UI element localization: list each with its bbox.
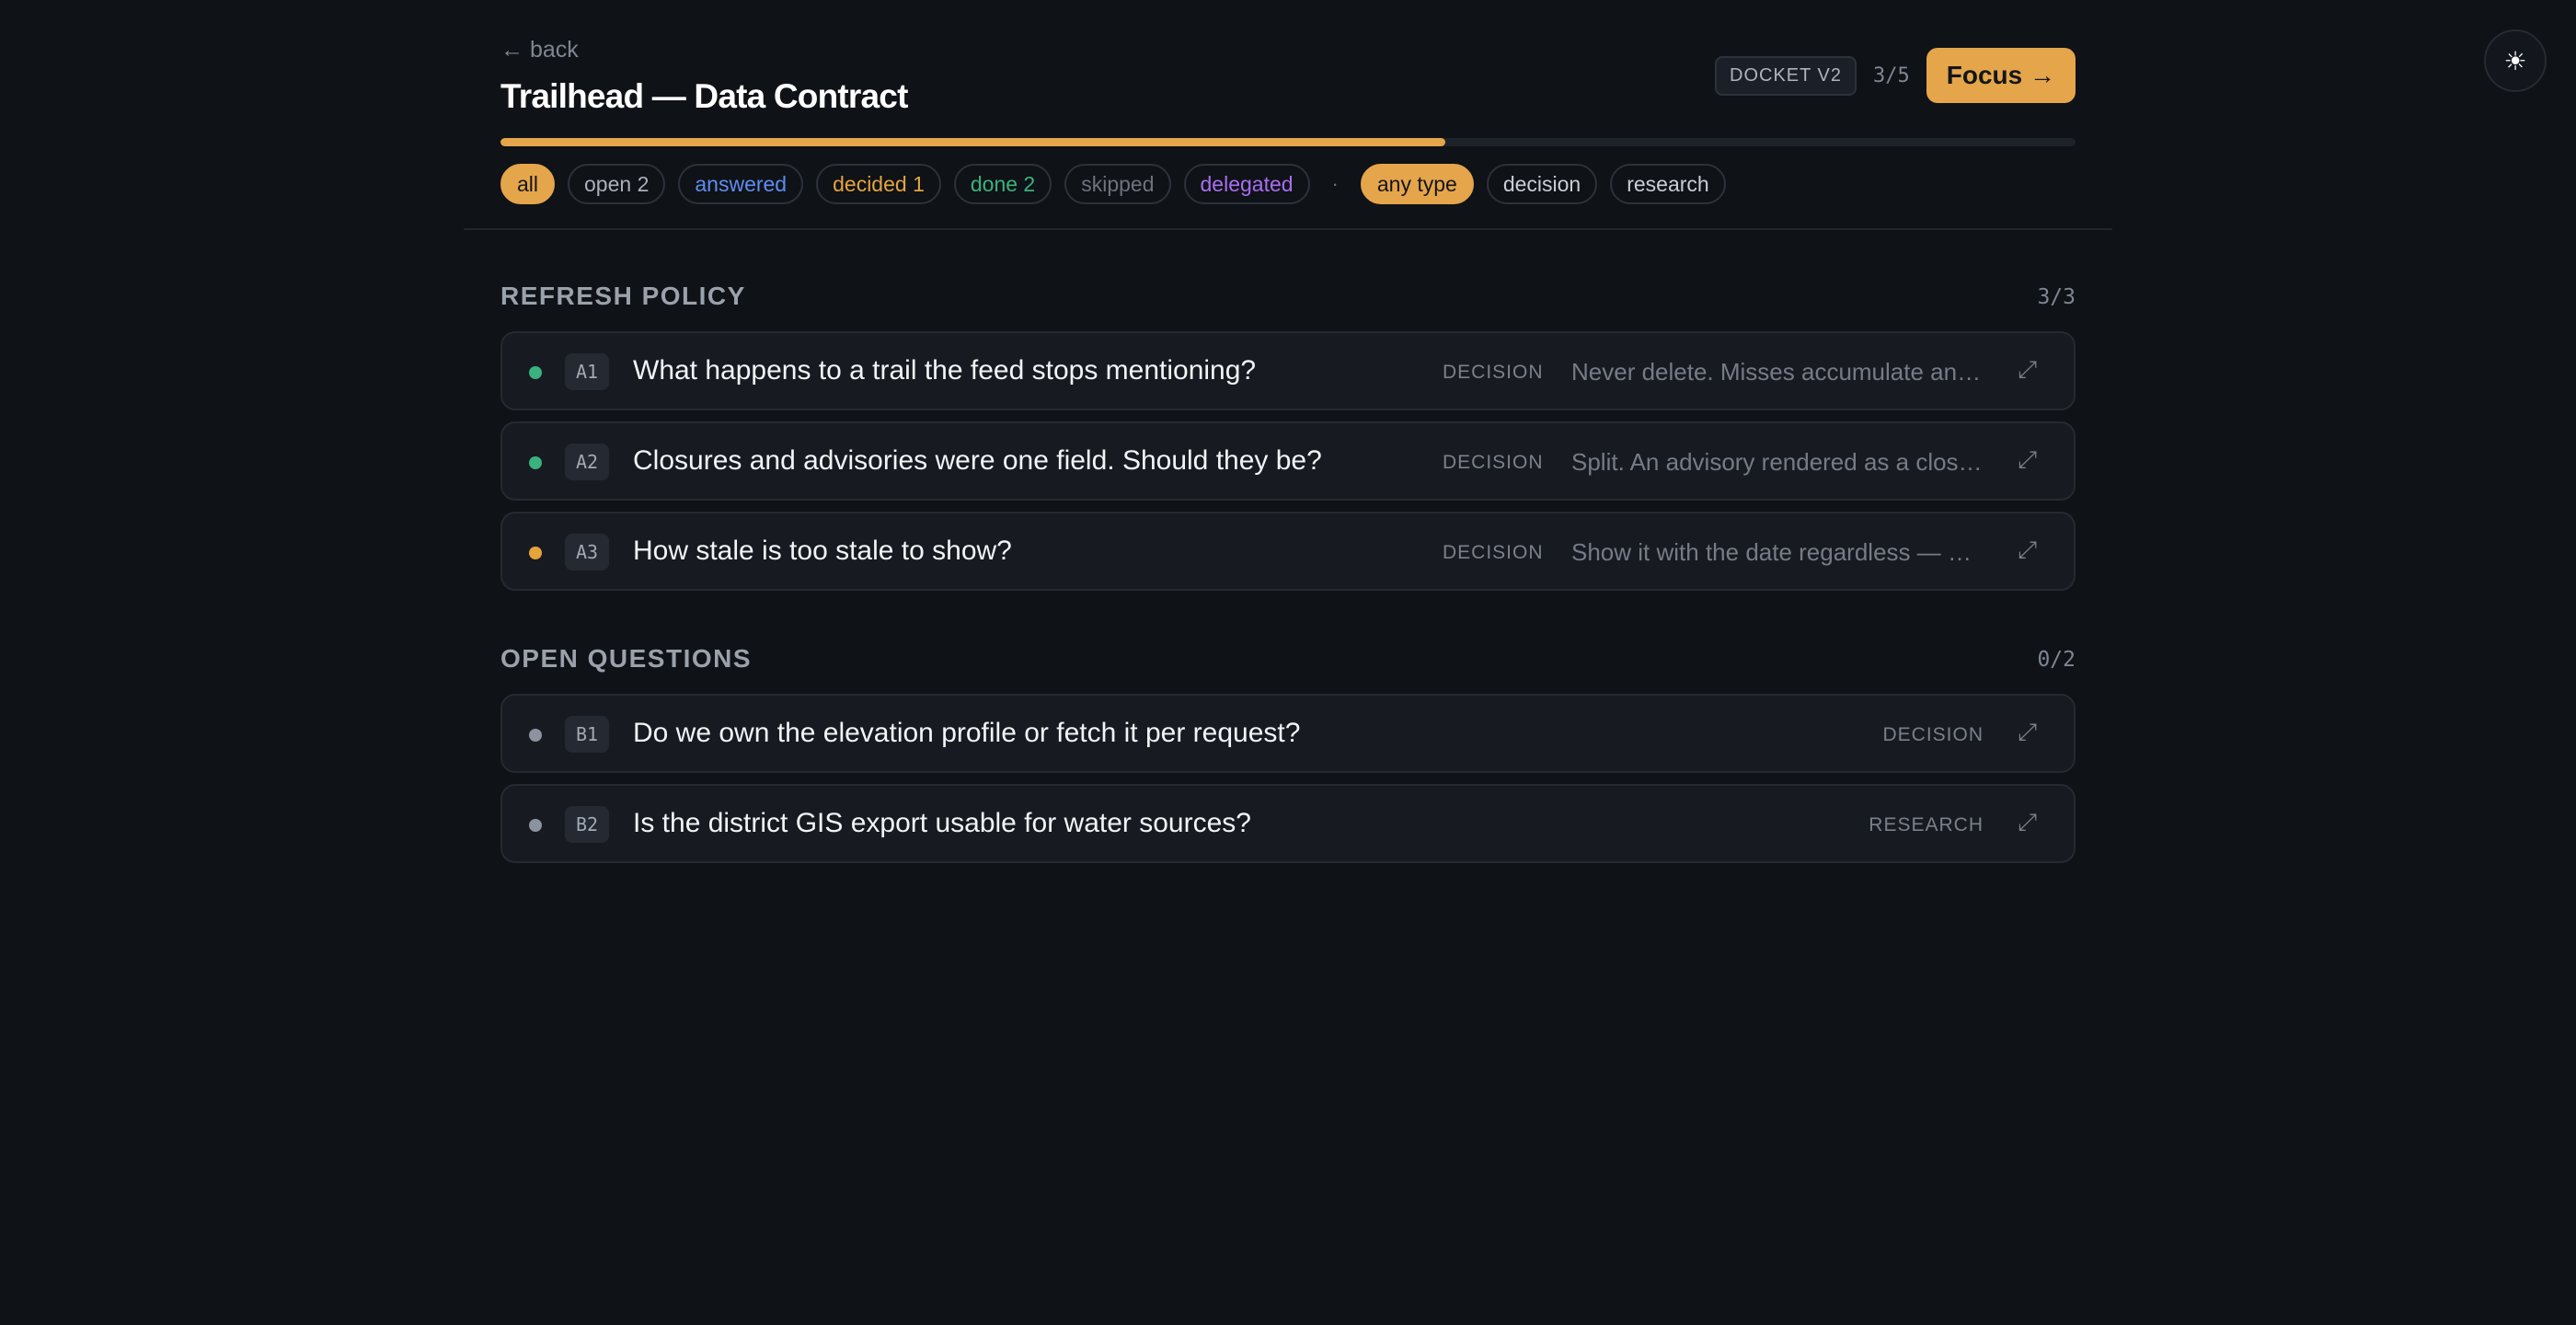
progress-bar <box>500 138 2076 146</box>
section-title: OPEN QUESTIONS <box>500 644 753 673</box>
question-row[interactable]: B2 Is the district GIS export usable for … <box>500 784 2076 863</box>
filter-bar: all open 2 answered decided 1 done 2 skipped d… <box>500 164 1726 204</box>
filter-chip-all[interactable]: all <box>500 164 556 204</box>
filter-chip-answered[interactable]: answered <box>678 164 804 204</box>
filter-separator: · <box>1331 172 1339 195</box>
filter-chip-research[interactable]: research <box>1610 164 1726 204</box>
expand-icon[interactable]: ⤢ <box>2018 718 2037 747</box>
filter-chip-decision[interactable]: decision <box>1486 164 1598 204</box>
header: ← back Trailhead — Data Contract DOCKET … <box>500 37 2076 115</box>
question-text: Closures and advisories were one field. … <box>633 445 1322 476</box>
section-header: REFRESH POLICY 3/3 <box>500 276 2076 320</box>
filter-chip-done[interactable]: done 2 <box>953 164 1052 204</box>
filter-chip-any-type[interactable]: any type <box>1360 164 1474 204</box>
focus-button[interactable]: Focus → <box>1926 48 2076 103</box>
question-id: A1 <box>565 353 609 390</box>
progress-count: 3/5 <box>1873 63 1910 87</box>
section-open-questions: OPEN QUESTIONS 0/2 B1 Do we own the elevati… <box>500 639 2076 863</box>
section-count: 0/2 <box>2037 648 2076 672</box>
status-dot <box>529 729 542 742</box>
expand-icon[interactable]: ⤢ <box>2018 445 2037 475</box>
section-header: OPEN QUESTIONS 0/2 <box>500 639 2076 683</box>
answer-preview: Show it with the date regardless — hi… <box>1571 538 1984 566</box>
question-id: B2 <box>565 806 609 843</box>
question-row[interactable]: A3 How stale is too stale to show? DECISIO… <box>500 512 2076 591</box>
filter-chip-skipped[interactable]: skipped <box>1064 164 1171 204</box>
filter-chip-open[interactable]: open 2 <box>568 164 666 204</box>
theme-toggle-button[interactable]: ☀ <box>2484 29 2547 92</box>
page-title: Trailhead — Data Contract <box>500 77 908 115</box>
docket-badge: DOCKET V2 <box>1715 55 1857 96</box>
section-title: REFRESH POLICY <box>500 282 746 310</box>
question-text: Is the district GIS export usable for wa… <box>633 808 1251 838</box>
filter-chip-decided[interactable]: decided 1 <box>816 164 941 204</box>
sun-icon: ☀ <box>2503 46 2527 75</box>
progress-bar-fill <box>500 138 1446 146</box>
question-type: DECISION <box>1443 542 1544 563</box>
filter-chip-delegated[interactable]: delegated <box>1183 164 1310 204</box>
question-row[interactable]: A1 What happens to a trail the feed stops… <box>500 331 2076 410</box>
answer-preview: Never delete. Misses accumulate and… <box>1571 358 1984 386</box>
question-id: A3 <box>565 534 609 570</box>
question-row[interactable]: B1 Do we own the elevation profile or fet… <box>500 694 2076 773</box>
answer-preview: Split. An advisory rendered as a clos… <box>1571 448 1983 476</box>
expand-icon[interactable]: ⤢ <box>2018 355 2037 385</box>
question-type: DECISION <box>1882 724 1984 745</box>
question-text: Do we own the elevation profile or fetch… <box>633 718 1301 748</box>
question-id: B1 <box>565 716 609 753</box>
expand-icon[interactable]: ⤢ <box>2018 536 2037 565</box>
question-text: How stale is too stale to show? <box>633 536 1012 566</box>
section-refresh-policy: REFRESH POLICY 3/3 A1 What happens to a tra… <box>500 276 2076 591</box>
page: ☀ ← back Trailhead — Data Contract DOCKE… <box>0 0 2576 1325</box>
header-actions: DOCKET V2 3/5 Focus → <box>1715 48 2076 103</box>
question-row[interactable]: A2 Closures and advisories were one field… <box>500 421 2076 501</box>
section-count: 3/3 <box>2037 285 2076 309</box>
question-type: DECISION <box>1443 452 1544 473</box>
status-dot <box>529 819 542 832</box>
question-type: DECISION <box>1443 362 1544 383</box>
header-divider <box>464 228 2112 230</box>
question-text: What happens to a trail the feed stops m… <box>633 355 1257 386</box>
expand-icon[interactable]: ⤢ <box>2018 808 2037 837</box>
status-dot <box>529 366 542 379</box>
status-dot <box>529 456 542 469</box>
back-link[interactable]: ← back <box>500 37 579 63</box>
question-id: A2 <box>565 444 609 480</box>
question-type: RESEARCH <box>1869 814 1984 835</box>
status-dot <box>529 547 542 559</box>
